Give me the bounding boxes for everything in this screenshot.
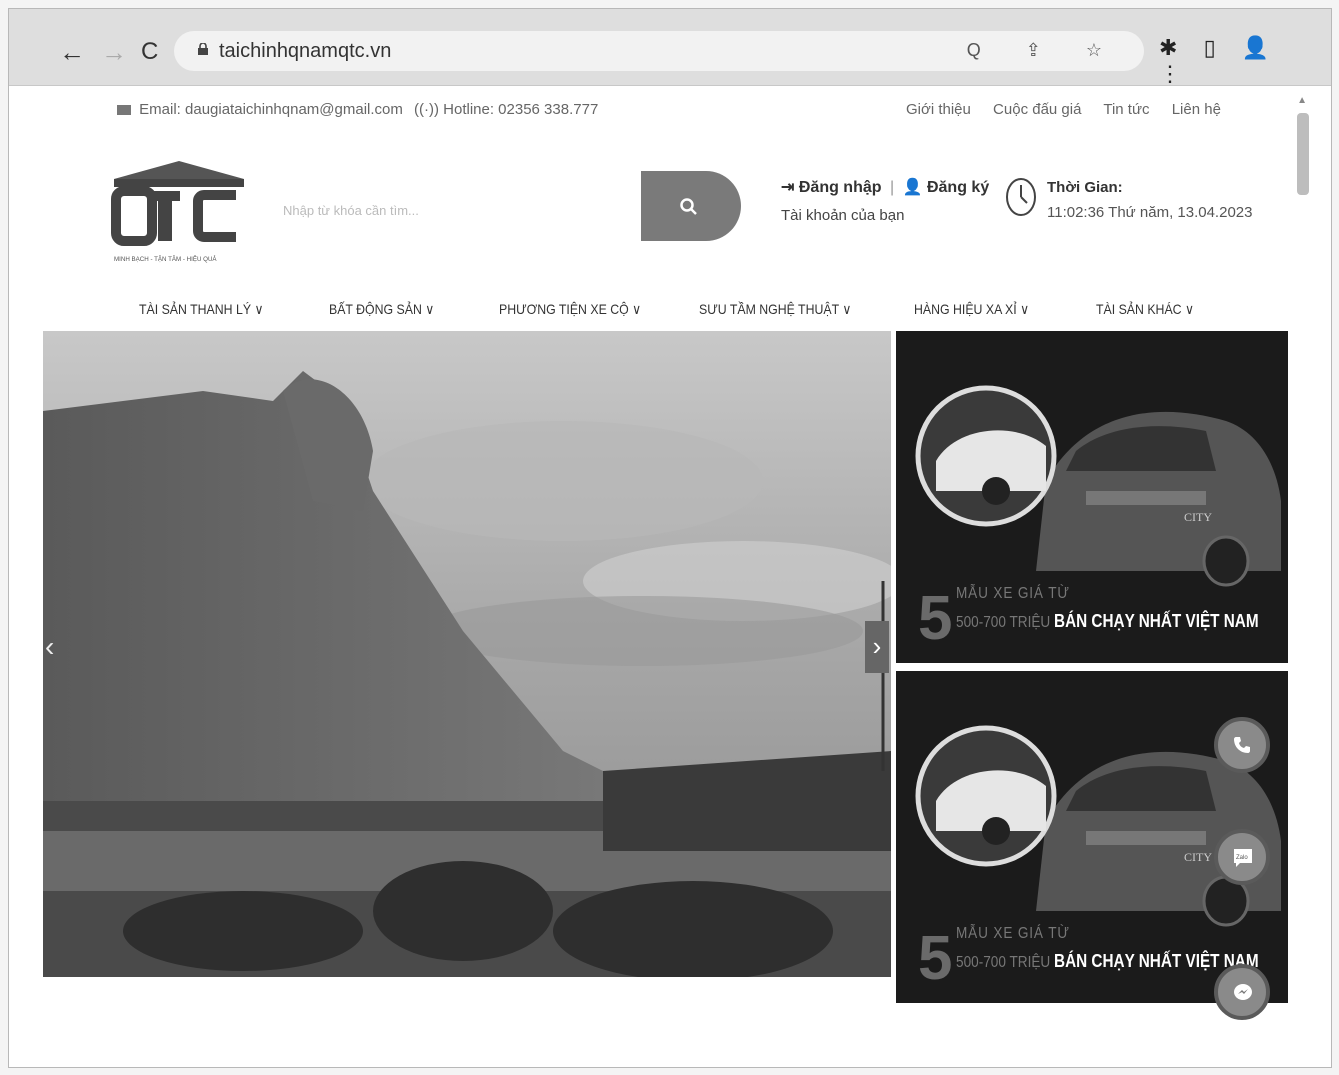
time-block: Thời Gian: 11:02:36 Thứ năm, 13.04.2023 bbox=[1047, 179, 1252, 221]
main-menu: TÀI SẢN THANH LÝ ∨ BẤT ĐỘNG SẢN ∨ PHƯƠNG… bbox=[9, 297, 1331, 325]
login-link[interactable]: ⇥ Đăng nhập bbox=[781, 179, 882, 196]
slider-prev-arrow[interactable]: ‹ bbox=[45, 631, 65, 675]
menu-bat-dong-san[interactable]: BẤT ĐỘNG SẢN ∨ bbox=[329, 301, 434, 318]
hero-image bbox=[43, 331, 891, 977]
search-button[interactable] bbox=[641, 171, 741, 241]
phone-ring-icon: ((·)) bbox=[414, 101, 439, 118]
hotline-text: Hotline: 02356 338.777 bbox=[443, 101, 599, 118]
banner-number: 5 bbox=[918, 924, 953, 993]
link-gioi-thieu[interactable]: Giới thiệu bbox=[906, 101, 971, 118]
account-label: Tài khoản của bạn bbox=[781, 207, 905, 224]
link-cuoc-dau-gia[interactable]: Cuộc đấu giá bbox=[993, 101, 1081, 118]
hero-slider[interactable] bbox=[43, 331, 891, 977]
banner-price-range: 500-700 TRIỆU bbox=[956, 614, 1055, 631]
login-label: Đăng nhập bbox=[798, 179, 882, 196]
messenger-button[interactable] bbox=[1214, 964, 1270, 1020]
browser-window: ← → C taichinhqnamqtc.vn Q ⇪ ☆ ✱ ▯ 👤 ⋮ ▲… bbox=[8, 8, 1332, 1068]
messenger-icon bbox=[1234, 984, 1252, 1000]
link-tin-tuc[interactable]: Tin tức bbox=[1103, 101, 1149, 118]
scrollbar-thumb[interactable] bbox=[1297, 113, 1309, 195]
banner-headline: BÁN CHẠY NHẤT VIỆT NAM bbox=[1054, 611, 1259, 631]
browser-toolbar: ← → C taichinhqnamqtc.vn Q ⇪ ☆ ✱ ▯ 👤 ⋮ bbox=[9, 9, 1331, 86]
email-text: Email: daugiataichinhqnam@gmail.com bbox=[139, 101, 403, 118]
logo-tagline: MINH BẠCH - TẬN TÂM - HIỆU QUẢ bbox=[114, 255, 217, 263]
time-label: Thời Gian: bbox=[1047, 179, 1123, 196]
car-badge: CITY bbox=[1184, 510, 1212, 524]
site-logo[interactable]: MINH BẠCH - TẬN TÂM - HIỆU QUẢ bbox=[104, 157, 254, 269]
hotline-contact[interactable]: ((·)) Hotline: 02356 338.777 bbox=[414, 101, 598, 118]
lock-icon bbox=[198, 43, 208, 55]
back-arrow-icon[interactable]: ← bbox=[59, 37, 85, 67]
link-lien-he[interactable]: Liên hệ bbox=[1172, 101, 1221, 118]
email-contact[interactable]: Email: daugiataichinhqnam@gmail.com bbox=[117, 101, 403, 118]
zalo-icon: Zalo bbox=[1234, 849, 1252, 867]
forward-arrow-icon[interactable]: → bbox=[101, 37, 127, 67]
puzzle-icon[interactable]: ✱ bbox=[1159, 35, 1177, 60]
phone-icon bbox=[1234, 737, 1250, 753]
search-icon bbox=[680, 198, 697, 215]
account-block: ⇥ Đăng nhập | 👤 Đăng ký Tài khoản của bạ… bbox=[781, 179, 990, 224]
top-info-bar: Email: daugiataichinhqnam@gmail.com ((·)… bbox=[9, 97, 1331, 123]
menu-kebab-icon[interactable]: ⋮ bbox=[1159, 61, 1181, 86]
banner-price-range: 500-700 TRIỆU bbox=[956, 954, 1055, 971]
clock-icon bbox=[1006, 178, 1036, 216]
menu-hang-hieu-xa-xi[interactable]: HÀNG HIỆU XA XỈ ∨ bbox=[914, 301, 1029, 318]
menu-tai-san-thanh-ly[interactable]: TÀI SẢN THANH LÝ ∨ bbox=[139, 301, 263, 318]
car-promo-banner[interactable]: CITY 5 MẪU XE GIÁ TỪ 500-700 TRIỆU BÁN C… bbox=[896, 331, 1288, 663]
time-value: 11:02:36 Thứ năm, 13.04.2023 bbox=[1047, 204, 1253, 221]
car-badge: CITY bbox=[1184, 850, 1212, 864]
register-link[interactable]: 👤 Đăng ký bbox=[903, 179, 990, 196]
extension-icons: ✱ ▯ 👤 ⋮ bbox=[1159, 35, 1331, 87]
zalo-button[interactable]: Zalo bbox=[1214, 829, 1270, 885]
menu-phuong-tien-xe-co[interactable]: PHƯƠNG TIỆN XE CỘ ∨ bbox=[499, 301, 641, 318]
address-bar[interactable]: taichinhqnamqtc.vn Q ⇪ ☆ bbox=[174, 31, 1144, 71]
reload-icon[interactable]: C bbox=[141, 37, 158, 67]
sidepanel-icon[interactable]: ▯ bbox=[1204, 35, 1216, 60]
url-text[interactable]: taichinhqnamqtc.vn bbox=[219, 40, 391, 63]
profile-icon[interactable]: 👤 bbox=[1242, 35, 1269, 60]
banner-line2: 500-700 TRIỆU BÁN CHẠY NHẤT VIỆT NAM bbox=[956, 951, 1259, 972]
url-actions-icons[interactable]: Q ⇪ ☆ bbox=[967, 40, 1122, 61]
banner-line1: MẪU XE GIÁ TỪ bbox=[956, 585, 1070, 602]
register-label: Đăng ký bbox=[926, 179, 990, 196]
menu-suu-tam-nghe-thuat[interactable]: SƯU TẦM NGHỆ THUẬT ∨ bbox=[699, 301, 851, 318]
slider-next-arrow[interactable]: › bbox=[865, 621, 889, 673]
menu-tai-san-khac[interactable]: TÀI SẢN KHÁC ∨ bbox=[1096, 301, 1194, 318]
envelope-icon bbox=[117, 105, 131, 116]
banner-number: 5 bbox=[918, 584, 953, 653]
banner-line2: 500-700 TRIỆU BÁN CHẠY NHẤT VIỆT NAM bbox=[956, 611, 1259, 632]
phone-call-button[interactable] bbox=[1214, 717, 1270, 773]
top-links: Giới thiệu Cuộc đấu giá Tin tức Liên hệ bbox=[906, 101, 1239, 118]
search-input[interactable] bbox=[281, 175, 653, 245]
zalo-label: Zalo bbox=[1236, 855, 1248, 861]
banner-line1: MẪU XE GIÁ TỪ bbox=[956, 925, 1070, 942]
